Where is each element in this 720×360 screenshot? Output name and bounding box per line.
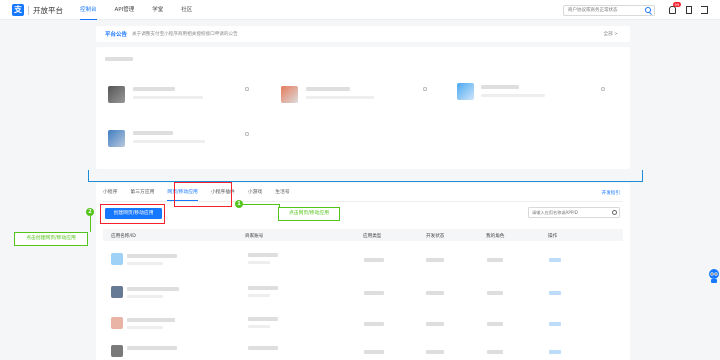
step-2-marker: 2 [86,208,94,216]
nav-community[interactable]: 社区 [181,0,192,20]
row-status [426,350,444,354]
row-app-name [127,254,177,258]
bell-icon[interactable] [669,6,676,14]
row-app-icon [111,345,123,357]
col-app-name: 应用名称/ID [111,233,136,239]
row-action[interactable] [549,322,561,326]
section-bracket [88,170,643,182]
announcement-title: 平台公告 [105,32,128,38]
row-merchant [248,317,278,321]
dev-guide-link[interactable]: 开发指引 [602,190,620,196]
app-desc [133,140,205,143]
app-desc [133,96,203,99]
app-name [481,85,519,89]
row-type [364,258,384,262]
tab-mini-game[interactable]: 小游戏 [248,186,262,200]
row-type [364,350,384,354]
top-search-input[interactable] [564,6,642,15]
col-my-role: 我的角色 [486,233,505,239]
app-desc [306,96,374,99]
panel-heading [105,57,133,61]
search-icon[interactable] [612,209,617,215]
announcement-bar: 平台公告 关于调整支付宝小程序商用相关授权接口申请的公告 全部 > [96,26,630,42]
info-icon [245,132,249,136]
announcement-more-link[interactable]: 全部 > [604,31,619,37]
row-role [487,291,503,295]
row-merchant-sub [248,294,270,297]
nav-api-management[interactable]: API管理 [115,0,135,20]
step-1-marker: 1 [235,200,243,208]
col-actions: 操作 [548,233,558,239]
info-icon [601,87,605,91]
info-icon [245,87,249,91]
announcement-link[interactable]: 关于调整支付宝小程序商用相关授权接口申请的公告 [132,31,238,37]
app-desc [481,94,545,97]
row-app-icon [111,253,123,265]
app-thumbnail [281,86,298,103]
app-search-input[interactable] [529,208,609,217]
row-status [426,291,444,295]
row-merchant [248,286,278,290]
row-merchant [248,253,278,257]
app-name [306,87,350,91]
main-nav: 控制台 API管理 学堂 社区 [80,0,210,20]
row-type [364,291,384,295]
row-merchant-sub [248,325,270,328]
row-app-id [127,295,163,298]
info-icon [423,87,427,91]
row-app-id [127,326,163,329]
tab-lifestyle-account[interactable]: 生活号 [275,186,289,200]
col-dev-status: 开发状态 [426,233,445,239]
app-thumbnail [457,83,474,100]
top-search-box [563,5,655,16]
recent-apps-panel [96,47,630,169]
platform-title: 开放平台 [33,5,63,15]
row-app-name [127,346,177,350]
tab-mini-program[interactable]: 小程序 [103,186,117,200]
app-name [133,131,173,135]
row-action[interactable] [549,291,561,295]
row-app-icon [111,317,123,329]
app-name [133,87,175,91]
row-app-icon [111,286,123,298]
logo-divider [28,5,29,15]
col-app-type: 应用类型 [363,233,382,239]
row-role [487,258,503,262]
app-thumbnail [108,130,125,147]
tab-third-party-app[interactable]: 第三方应用 [130,186,154,200]
row-merchant [248,346,278,350]
row-role [487,322,503,326]
row-merchant-sub [248,261,270,264]
app-thumbnail [108,86,125,103]
assistant-robot-icon[interactable] [708,268,720,284]
row-status [426,258,444,262]
nav-console[interactable]: 控制台 [80,0,97,20]
row-type [364,322,384,326]
nav-academy[interactable]: 学堂 [152,0,163,20]
highlight-create-button [100,204,165,224]
step-2-connector [90,216,91,232]
top-navigation: 支 开放平台 控制台 API管理 学堂 社区 99 [0,0,720,20]
col-merchant-account: 商家账号 [245,233,264,239]
row-status [426,322,444,326]
logout-icon[interactable] [701,6,708,14]
step-1-label: 点击网页/移动应用 [278,207,340,221]
row-action[interactable] [549,350,561,354]
row-app-id [127,262,163,265]
notification-badge: 99 [673,2,681,7]
app-list-section: 小程序 第三方应用 网页/移动应用 小程序插件 小游戏 生活号 开发指引 创建网… [96,183,630,360]
alipay-logo-icon: 支 [12,4,24,16]
step-2-label: 点击创建网页/移动应用 [14,232,88,246]
row-action[interactable] [549,258,561,262]
platform-logo[interactable]: 支 开放平台 [12,4,63,16]
app-search-box [528,207,620,218]
search-icon[interactable] [645,7,651,13]
highlight-web-mobile-tab [174,182,232,207]
step-1-connector [243,204,279,205]
row-role [487,350,503,354]
document-icon[interactable] [686,6,692,14]
row-app-name [127,318,175,322]
table-header: 应用名称/ID 商家账号 应用类型 开发状态 我的角色 操作 [103,229,623,241]
row-app-name [127,287,179,291]
